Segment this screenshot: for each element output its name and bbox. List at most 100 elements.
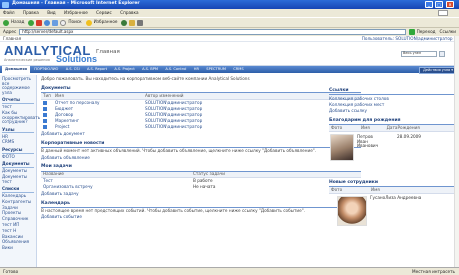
view-all-content-link[interactable]: Просмотреть все содержимое узла <box>2 76 34 95</box>
link-item[interactable]: Коллекция рабочих столов <box>329 96 459 102</box>
tab-hr[interactable]: HR <box>191 66 202 73</box>
mail-icon[interactable] <box>129 19 136 26</box>
quick-launch: Просмотреть все содержимое узла Отчеты т… <box>0 75 40 267</box>
top-nav-tabs: Домашняя ПОРТФОЛИО A.S. CSI A.S. Report … <box>0 66 459 74</box>
nav-item[interactable]: тест ИП <box>2 222 34 228</box>
home-icon[interactable] <box>52 19 59 26</box>
minimize-button[interactable]: _ <box>425 1 433 8</box>
tab-crms[interactable]: CRMS <box>230 66 246 73</box>
maximize-button[interactable]: □ <box>435 1 443 8</box>
col-name[interactable]: Имя <box>369 187 459 195</box>
right-zone: Ссылки Коллекция рабочих столов Коллекци… <box>329 75 459 267</box>
favorites-star-icon[interactable] <box>85 19 92 26</box>
link-item[interactable]: Коллекция рабочих мест <box>329 102 459 108</box>
nav-item[interactable]: Контрагенты <box>2 199 34 205</box>
nav-item[interactable]: Календарь <box>2 193 34 199</box>
add-document-link[interactable]: Добавить документ <box>41 132 361 137</box>
address-label: Адрес <box>3 28 17 34</box>
new-employees-table: Фото Имя <box>329 187 459 195</box>
menu-tools[interactable]: Сервис <box>96 10 112 15</box>
menu-favorites[interactable]: Избранное <box>64 10 88 15</box>
document-icon <box>43 106 47 111</box>
status-text: Готово <box>3 268 19 274</box>
search-icon[interactable] <box>60 19 67 26</box>
document-icon <box>43 100 47 105</box>
menu-file[interactable]: Файл <box>3 10 15 15</box>
stop-icon[interactable] <box>36 19 43 26</box>
nav-header-sites[interactable]: Узлы <box>2 127 34 134</box>
new-employee: ГусаноЛиза Андреевна <box>329 194 459 227</box>
tab-as-control[interactable]: A.S. Control <box>162 66 189 73</box>
tab-as-project[interactable]: A.S. Project <box>111 66 137 73</box>
task-name-link[interactable]: Организовать встречу <box>41 184 191 191</box>
nav-header-resources[interactable]: Ресурсы <box>2 147 34 154</box>
col-birthdate[interactable]: ДатаРождения <box>384 125 459 133</box>
birthdays-table: Фото Имя ДатаРождения <box>329 125 459 133</box>
table-row: Организовать встречу Не начата <box>41 184 361 191</box>
doc-name-link[interactable]: Project <box>53 125 143 131</box>
search-scope-select[interactable]: Весь узел <box>401 51 437 57</box>
links-button[interactable]: Ссылки <box>440 29 456 35</box>
add-task-link[interactable]: Добавить задачу <box>41 192 361 197</box>
nav-item[interactable]: ФОТО <box>2 154 34 160</box>
top-home-link[interactable]: Главная <box>3 36 21 41</box>
nav-item[interactable]: тест Н <box>2 228 34 234</box>
favorites-button[interactable]: Избранное <box>94 20 118 25</box>
close-button[interactable]: × <box>446 1 454 8</box>
tab-spectrum[interactable]: SPECTRUM <box>203 66 229 73</box>
go-arrow-icon[interactable] <box>408 29 415 35</box>
add-announcement-link[interactable]: Добавить объявление <box>41 155 361 161</box>
links-title[interactable]: Ссылки <box>329 88 459 96</box>
search-button[interactable]: Поиск <box>68 20 81 25</box>
documents-table: Тип Имя Автор изменений Отчет по персоналу… <box>41 93 361 131</box>
col-photo[interactable]: Фото <box>329 187 369 195</box>
nav-item[interactable]: CRMS <box>2 140 34 145</box>
nav-header-lists[interactable]: Списки <box>2 187 34 193</box>
add-event-link[interactable]: Добавить событие <box>41 215 361 220</box>
tab-home[interactable]: Домашняя <box>2 66 30 73</box>
window-title: Домашняя - Главная - Microsoft Internet … <box>12 1 140 6</box>
nav-header-reports[interactable]: Отчеты <box>2 98 34 105</box>
col-photo[interactable]: Фото <box>329 125 359 133</box>
person-photo <box>330 134 354 161</box>
employee-photo <box>337 196 367 227</box>
tab-as-bpm[interactable]: A.S. BPM <box>139 66 161 73</box>
refresh-icon[interactable] <box>44 19 51 26</box>
table-row: Project SOLUTION\администратор <box>41 125 361 131</box>
menu-help[interactable]: Справка <box>120 10 138 15</box>
page-content: Главная Пользователь: SOLUTION\администр… <box>0 36 459 267</box>
tab-as-csi[interactable]: A.S. CSI <box>63 66 83 73</box>
add-link[interactable]: Добавить ссылку <box>329 109 459 114</box>
go-button[interactable]: Переход <box>417 29 436 35</box>
history-icon[interactable] <box>121 19 128 26</box>
back-button[interactable]: Назад <box>11 20 24 25</box>
menu-view[interactable]: Вид <box>47 10 56 15</box>
tasks-table: Название Статус задачи Тест В работе Орган… <box>41 171 361 191</box>
zone-indicator: Местная интрасеть <box>412 268 455 274</box>
person-patronymic: Иванович <box>357 143 379 149</box>
tab-portfolio[interactable]: ПОРТФОЛИО <box>31 66 61 73</box>
nav-item[interactable]: Вики <box>2 246 34 251</box>
employee-name: ГусаноЛиза Андреевна <box>370 195 422 201</box>
menu-edit[interactable]: Правка <box>23 10 39 15</box>
logo-sub: Solutions <box>56 54 97 64</box>
back-arrow-icon[interactable] <box>3 19 9 26</box>
site-actions-menu[interactable]: Действия узла ▾ <box>419 67 457 74</box>
col-name[interactable]: Имя <box>359 125 385 133</box>
forward-arrow-icon[interactable] <box>28 19 35 26</box>
print-icon[interactable] <box>137 19 144 26</box>
status-bar: Готово Местная интрасеть <box>0 267 459 275</box>
tab-as-report[interactable]: A.S. Report <box>84 66 110 73</box>
title-bar: Домашняя - Главная - Microsoft Internet … <box>0 0 459 9</box>
address-input[interactable]: http://server/default.aspx <box>19 29 406 35</box>
vertical-scrollbar[interactable] <box>454 36 459 267</box>
toolbar: Назад Поиск Избранное <box>0 17 459 27</box>
main-zone: Добро пожаловать. Вы находитесь на корпо… <box>41 75 361 267</box>
welcome-text: Добро пожаловать. Вы находитесь на корпо… <box>41 76 250 81</box>
user-menu[interactable]: Пользователь: SOLUTION\администратор ▾ <box>362 36 456 42</box>
nav-item[interactable]: Документы тест <box>2 174 34 184</box>
site-search-icon[interactable] <box>439 51 445 57</box>
address-bar: Адрес http://server/default.aspx Переход… <box>0 27 459 36</box>
nav-item[interactable]: Как бы скорректировать сотрудник? <box>2 110 40 125</box>
nav-header-documents[interactable]: Документы <box>2 162 34 169</box>
